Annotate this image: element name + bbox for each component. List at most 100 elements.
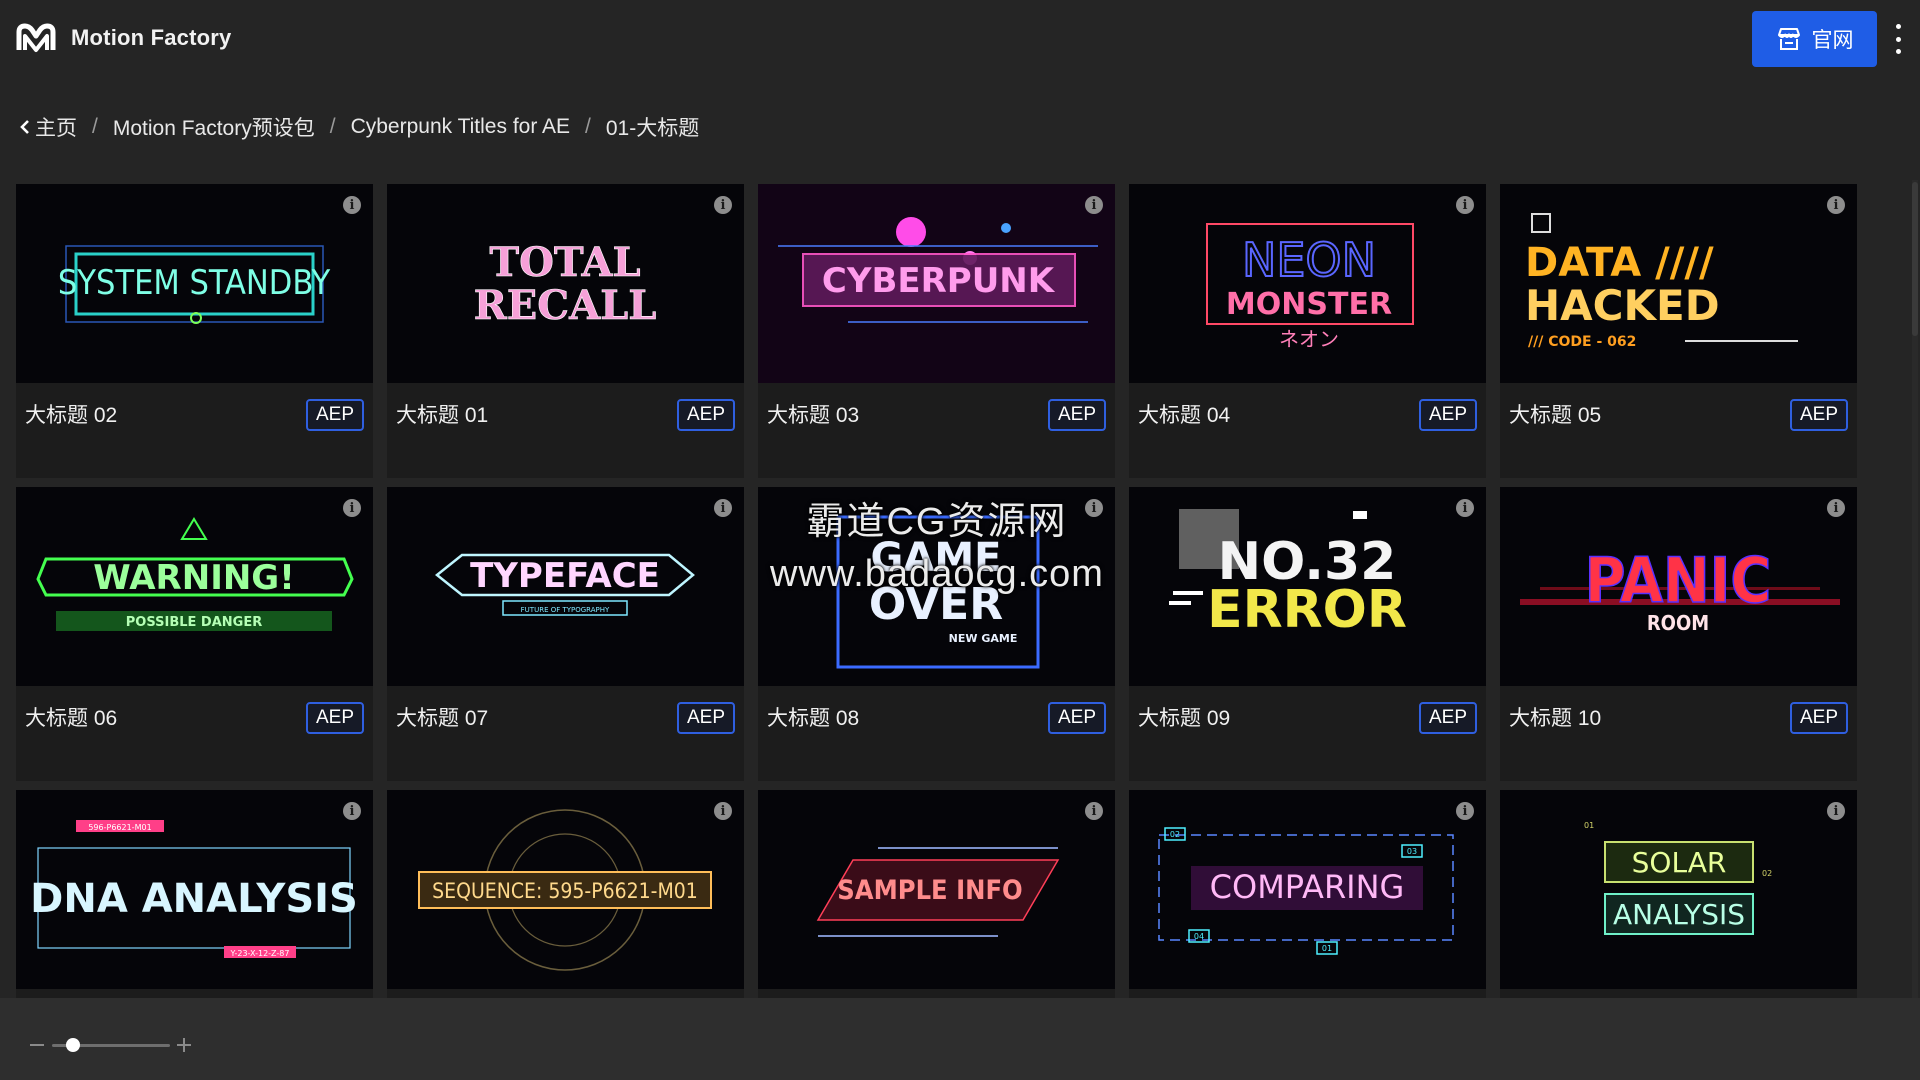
vertical-scrollbar[interactable] — [1912, 180, 1918, 1000]
store-icon — [1777, 28, 1800, 50]
info-icon[interactable]: i — [1456, 196, 1474, 214]
info-icon[interactable]: i — [1456, 499, 1474, 517]
preset-card[interactable]: SAMPLE INFO i — [758, 790, 1115, 998]
breadcrumb-current[interactable]: 01-大标题 — [606, 112, 699, 142]
preview-text: FUTURE OF TYPOGRAPHY — [521, 606, 610, 614]
info-icon[interactable]: i — [1085, 196, 1103, 214]
preset-thumbnail: TYPEFACE FUTURE OF TYPOGRAPHY — [387, 487, 744, 686]
preview-text: DNA ANALYSIS — [30, 876, 358, 922]
breadcrumb-home[interactable]: 主页 — [19, 112, 77, 142]
scrollbar-thumb[interactable] — [1912, 182, 1918, 336]
info-icon[interactable]: i — [1827, 196, 1845, 214]
info-icon[interactable]: i — [1827, 802, 1845, 820]
preview-text: ネオン — [1279, 327, 1339, 351]
preset-card[interactable]: CYBERPUNK i 大标题 03 AEP — [758, 184, 1115, 478]
preview-text: NEW GAME — [949, 632, 1018, 645]
preview-text: 01 — [1584, 821, 1594, 830]
card-title: 大标题 02 — [25, 404, 118, 427]
motion-factory-logo-icon — [16, 23, 56, 52]
preset-card[interactable]: 02 03 04 01 COMPARING i — [1129, 790, 1486, 998]
preview-text: 02 — [1762, 869, 1772, 878]
format-badge: AEP — [1047, 399, 1106, 431]
preview-text: SAMPLE INFO — [837, 875, 1022, 906]
preset-thumbnail: SYSTEM STANDBY — [16, 184, 373, 383]
info-icon[interactable]: i — [714, 196, 732, 214]
preset-card[interactable]: NEON MONSTER ネオン i 大标题 04 AEP — [1129, 184, 1486, 478]
preset-card[interactable]: TOTAL RECALL i 大标题 01 AEP — [387, 184, 744, 478]
preset-thumbnail: 02 03 04 01 COMPARING — [1129, 790, 1486, 989]
card-title: 大标题 07 — [396, 707, 489, 730]
card-title: 大标题 05 — [1509, 404, 1602, 427]
preset-card[interactable]: WARNING! POSSIBLE DANGER i 大标题 06 AEP — [16, 487, 373, 781]
format-badge: AEP — [1418, 702, 1477, 734]
info-icon[interactable]: i — [343, 499, 361, 517]
preview-text: 596-P6621-M01 — [88, 823, 151, 832]
preview-text: HACKED — [1525, 281, 1720, 330]
preview-text: 01 — [1322, 944, 1332, 953]
preview-text: ANALYSIS — [1613, 898, 1745, 931]
preview-text: ERROR — [1207, 580, 1407, 640]
breadcrumb-collection[interactable]: Cyberpunk Titles for AE — [351, 115, 570, 139]
info-icon[interactable]: i — [1456, 802, 1474, 820]
format-badge: AEP — [676, 399, 735, 431]
info-icon[interactable]: i — [1085, 499, 1103, 517]
breadcrumb-pack[interactable]: Motion Factory预设包 — [113, 112, 315, 142]
card-title: 大标题 08 — [767, 707, 860, 730]
preset-card[interactable]: DATA //// HACKED /// CODE - 062 i 大标题 05… — [1500, 184, 1857, 478]
preset-card[interactable]: GAME OVER NEW GAME i 大标题 08 AEP — [758, 487, 1115, 781]
preset-card[interactable]: NO.32 ERROR i 大标题 09 AEP — [1129, 487, 1486, 781]
format-badge: AEP — [1789, 702, 1848, 734]
preview-text: ROOM — [1647, 611, 1709, 635]
preset-card[interactable]: SYSTEM STANDBY i 大标题 02 AEP — [16, 184, 373, 478]
preset-card[interactable]: PANIC ROOM i 大标题 10 AEP — [1500, 487, 1857, 781]
breadcrumb-separator: / — [92, 115, 98, 138]
preset-grid: SYSTEM STANDBY i 大标题 02 AEP TOTAL RECALL… — [16, 184, 1858, 998]
info-icon[interactable]: i — [714, 499, 732, 517]
format-badge: AEP — [1418, 399, 1477, 431]
preview-text: WARNING! — [93, 558, 294, 598]
preset-thumbnail: 01 02 SOLAR ANALYSIS — [1500, 790, 1857, 989]
info-icon[interactable]: i — [1085, 802, 1103, 820]
preview-text: POSSIBLE DANGER — [126, 615, 262, 630]
preview-text: /// CODE - 062 — [1528, 334, 1636, 350]
footer-bar — [0, 998, 1920, 1080]
preset-card[interactable]: 01 02 SOLAR ANALYSIS i — [1500, 790, 1857, 998]
preset-thumbnail: TOTAL RECALL — [387, 184, 744, 383]
preset-card[interactable]: TYPEFACE FUTURE OF TYPOGRAPHY i 大标题 07 A… — [387, 487, 744, 781]
breadcrumb: 主页 / Motion Factory预设包 / Cyberpunk Title… — [19, 112, 699, 142]
zoom-out-icon[interactable] — [30, 1044, 44, 1046]
card-title: 大标题 06 — [25, 707, 118, 730]
preset-card[interactable]: SEQUENCE: 595-P6621-M01 i — [387, 790, 744, 998]
card-title: 大标题 01 — [396, 404, 489, 427]
preview-text: OVER — [869, 579, 1003, 630]
preview-text: 04 — [1194, 932, 1204, 941]
kebab-menu-icon[interactable] — [1890, 24, 1906, 54]
card-title: 大标题 10 — [1509, 707, 1602, 730]
preview-text: TOTAL — [489, 239, 640, 286]
preview-text: 03 — [1407, 847, 1417, 856]
info-icon[interactable]: i — [343, 196, 361, 214]
preset-thumbnail: PANIC ROOM — [1500, 487, 1857, 686]
preview-text: Y-23-X-12-Z-87 — [230, 949, 290, 958]
card-title: 大标题 03 — [767, 404, 860, 427]
preset-thumbnail: SAMPLE INFO — [758, 790, 1115, 989]
preview-text: CYBERPUNK — [822, 261, 1056, 301]
info-icon[interactable]: i — [1827, 499, 1845, 517]
official-site-button[interactable]: 官网 — [1752, 11, 1877, 67]
zoom-in-icon[interactable] — [177, 1038, 191, 1052]
preset-thumbnail: GAME OVER NEW GAME — [758, 487, 1115, 686]
breadcrumb-separator: / — [585, 115, 591, 138]
format-badge: AEP — [1789, 399, 1848, 431]
preview-text: GAME — [871, 535, 1002, 581]
preset-card[interactable]: 596-P6621-M01 DNA ANALYSIS Y-23-X-12-Z-8… — [16, 790, 373, 998]
info-icon[interactable]: i — [714, 802, 732, 820]
preview-text: DATA //// — [1525, 240, 1714, 286]
info-icon[interactable]: i — [343, 802, 361, 820]
official-site-label: 官网 — [1811, 29, 1854, 52]
preview-text: TYPEFACE — [470, 556, 660, 596]
preset-thumbnail: NO.32 ERROR — [1129, 487, 1486, 686]
preset-thumbnail: WARNING! POSSIBLE DANGER — [16, 487, 373, 686]
chevron-left-icon — [20, 120, 29, 134]
preview-text: COMPARING — [1210, 868, 1405, 906]
preview-text: RECALL — [474, 282, 657, 329]
